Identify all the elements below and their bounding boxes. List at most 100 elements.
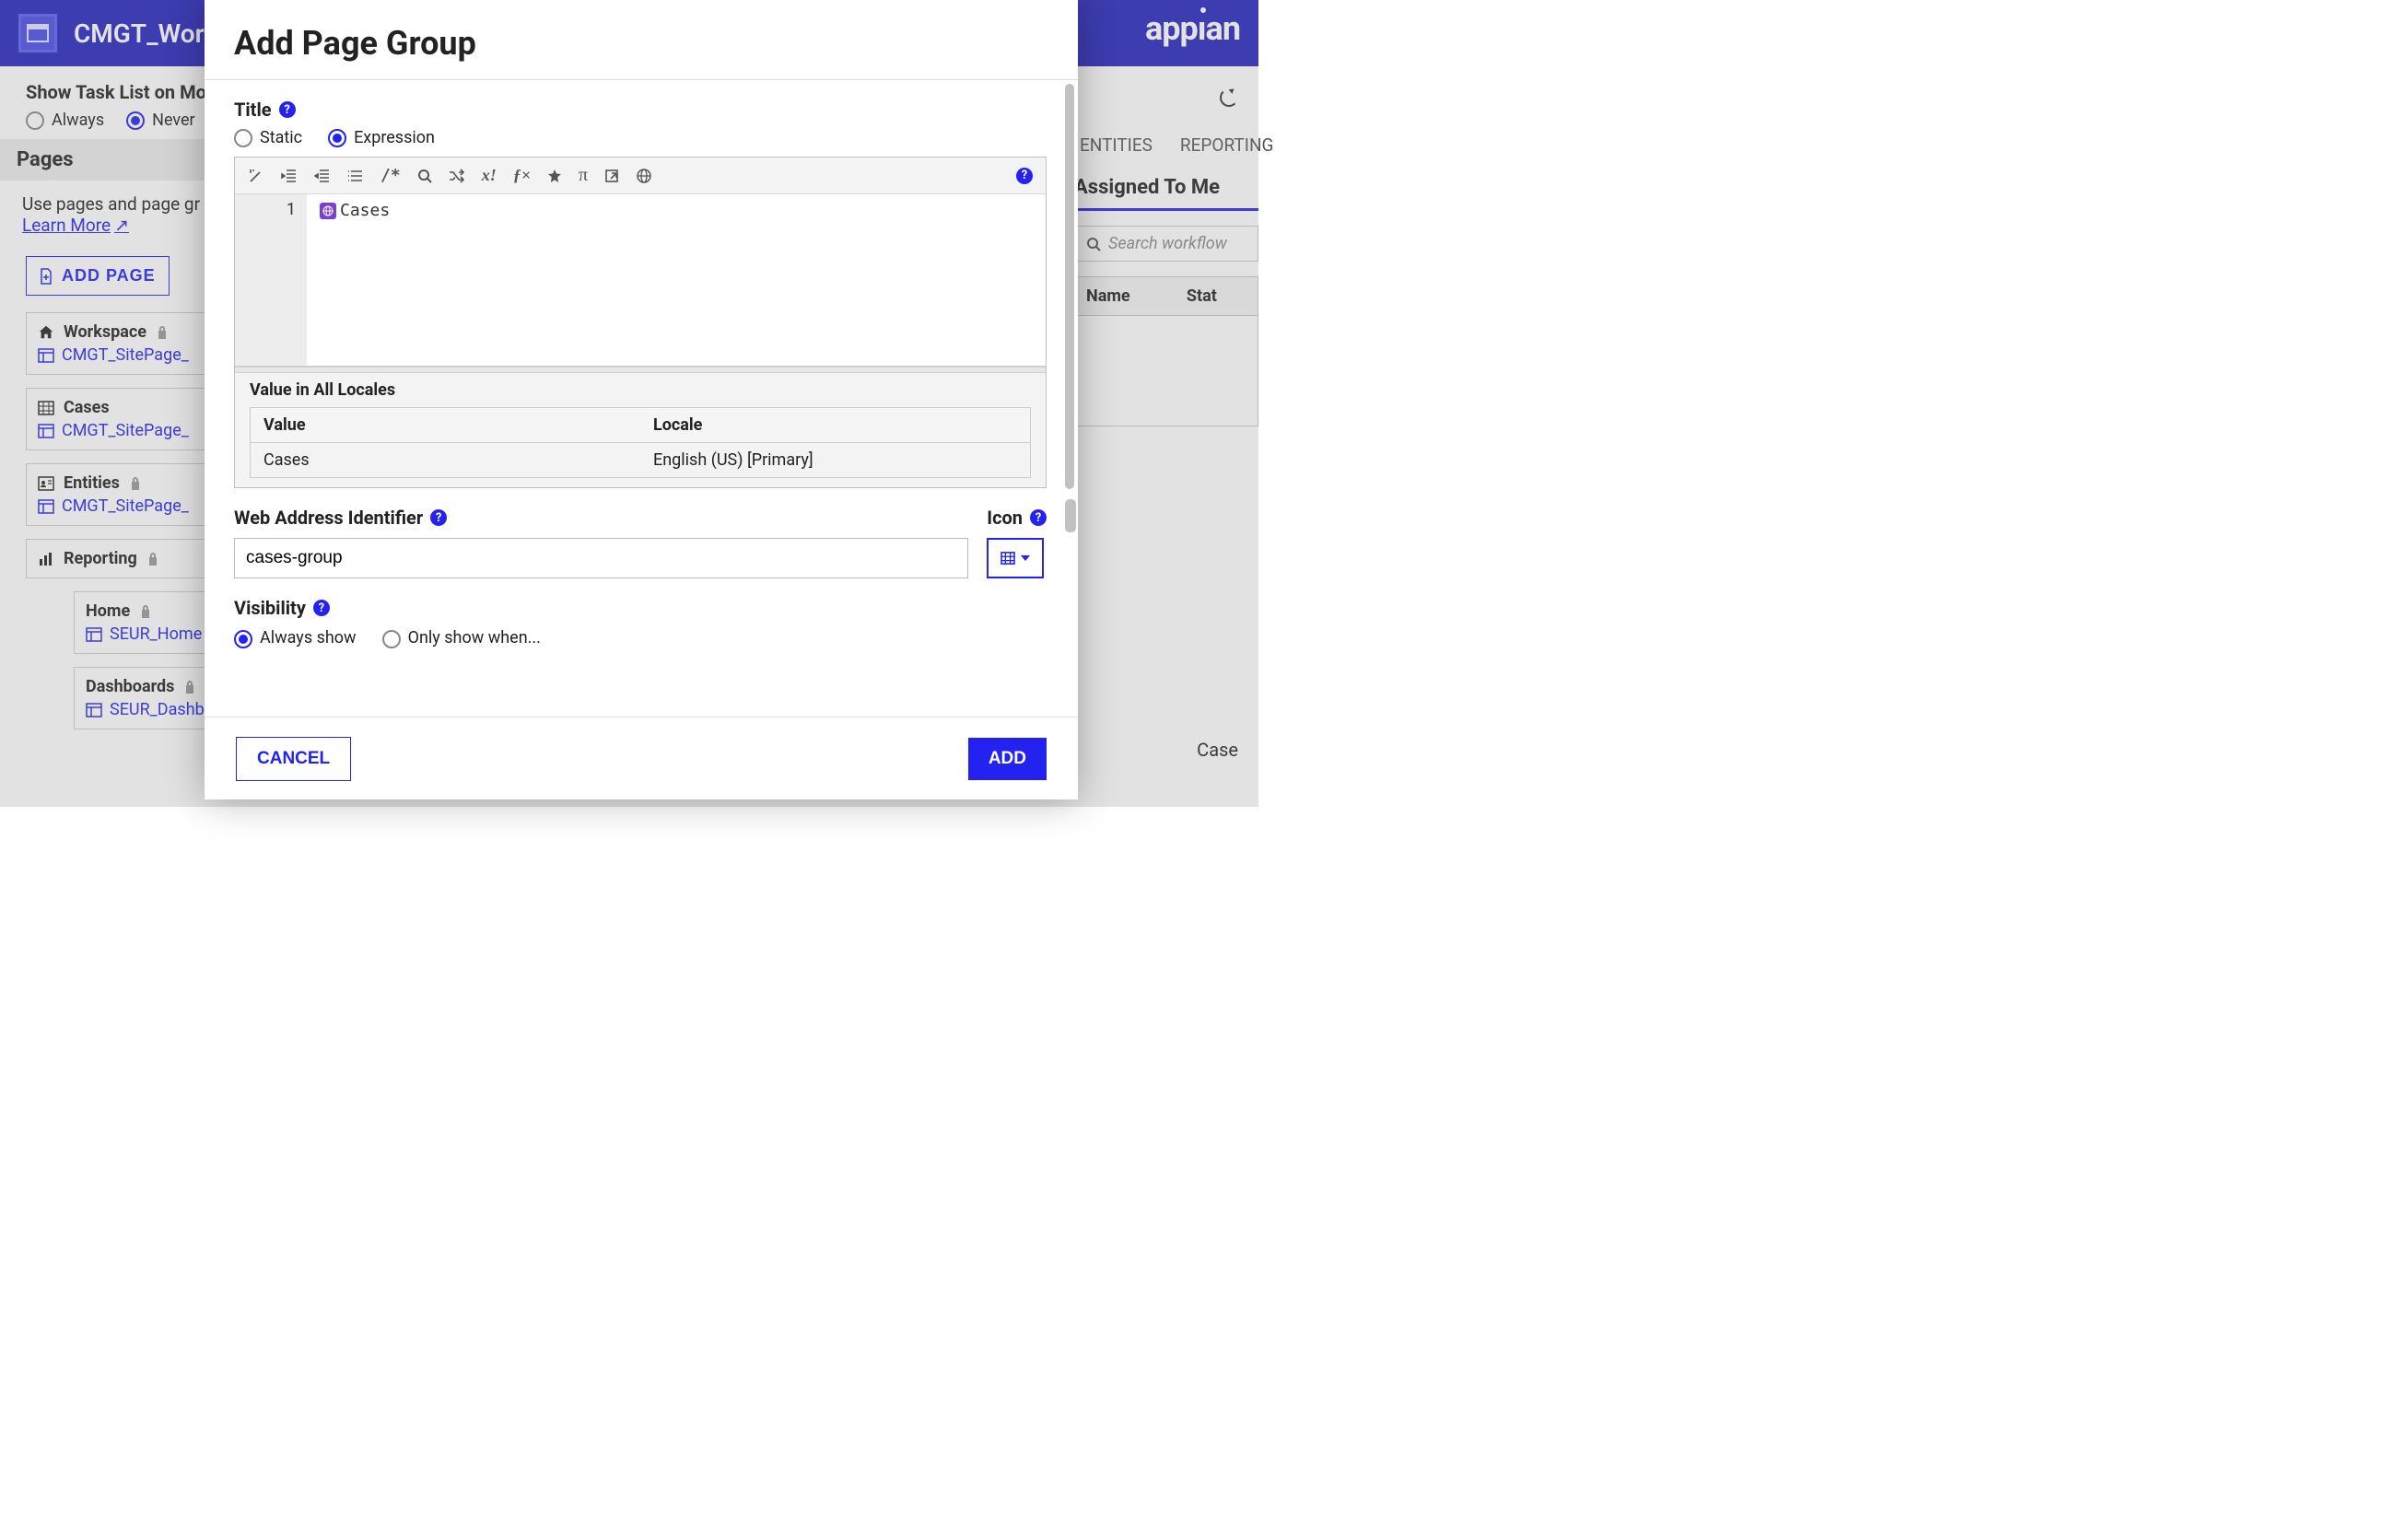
locales-table: Value Locale Cases English (US) [Primary… xyxy=(250,407,1031,478)
radio-always-label: Always xyxy=(52,111,104,130)
tab-entities[interactable]: ENTITIES xyxy=(1080,134,1153,156)
interface-icon xyxy=(38,424,54,438)
lock-icon xyxy=(183,680,196,694)
learn-more-link[interactable]: Learn More↗ xyxy=(22,215,129,236)
icon-label: Icon xyxy=(987,507,1023,529)
outdent-icon[interactable] xyxy=(281,169,298,183)
document-plus-icon xyxy=(40,268,53,285)
cancel-button[interactable]: CANCEL xyxy=(236,737,351,781)
help-icon[interactable]: ? xyxy=(1030,509,1047,526)
page-title-home: Home xyxy=(86,601,130,621)
table-header: Name Stat xyxy=(1074,276,1258,316)
external-link-icon: ↗ xyxy=(114,215,129,236)
pages-desc: Use pages and page gr xyxy=(22,193,200,215)
page-title-cases: Cases xyxy=(64,398,110,417)
globe-icon[interactable] xyxy=(636,168,652,184)
search-placeholder: Search workflow xyxy=(1108,234,1227,253)
dialog-title: Add Page Group xyxy=(234,24,1048,63)
locales-locale: English (US) [Primary] xyxy=(640,443,1030,477)
wai-label: Web Address Identifier xyxy=(234,507,423,529)
right-footer-link[interactable]: Case xyxy=(1197,739,1238,761)
locales-value: Cases xyxy=(251,443,640,477)
radio-expression-label: Expression xyxy=(354,128,435,147)
page-title-dashboards: Dashboards xyxy=(86,677,174,696)
star-icon[interactable] xyxy=(547,169,562,183)
page-title-reporting: Reporting xyxy=(64,549,137,568)
help-icon[interactable]: ? xyxy=(279,101,296,118)
search-icon[interactable] xyxy=(417,169,432,183)
expression-editor[interactable]: /* x! ƒ× π ? 1 Cases xyxy=(234,157,1047,488)
title-label: Title xyxy=(234,99,272,121)
radio-title-static[interactable]: Static xyxy=(234,128,302,147)
x-exclaim-icon[interactable]: x! xyxy=(482,166,497,185)
col-status: Stat xyxy=(1176,277,1258,315)
radio-visibility-only[interactable]: Only show when... xyxy=(382,628,541,648)
brand-logo: appıan xyxy=(1145,9,1240,48)
interface-icon xyxy=(38,348,54,363)
fx-icon[interactable]: ƒ× xyxy=(513,166,531,185)
interface-icon xyxy=(86,703,102,718)
page-child-home: SEUR_Home xyxy=(110,624,202,644)
pi-icon[interactable]: π xyxy=(579,165,588,186)
vis-always-label: Always show xyxy=(260,628,357,648)
help-icon[interactable]: ? xyxy=(313,600,330,616)
lock-icon xyxy=(129,476,142,491)
add-page-button[interactable]: ADD PAGE xyxy=(26,256,170,296)
right-pane: ENTITIES REPORTING Assigned To Me Search… xyxy=(1074,120,1258,426)
radio-title-expression[interactable]: Expression xyxy=(328,128,435,147)
page-child-entities: CMGT_SitePage_ xyxy=(62,496,189,516)
locales-col-value: Value xyxy=(251,408,640,442)
refresh-icon[interactable] xyxy=(1220,88,1238,107)
comment-icon[interactable]: /* xyxy=(380,166,401,185)
export-icon[interactable] xyxy=(604,169,619,183)
page-title-entities: Entities xyxy=(64,473,120,493)
grid-icon xyxy=(1001,552,1015,565)
icon-picker[interactable] xyxy=(987,538,1044,578)
top-tools xyxy=(1220,88,1238,111)
editor-gutter: 1 xyxy=(235,194,307,366)
site-icon xyxy=(18,14,57,52)
web-address-identifier-input[interactable] xyxy=(234,538,968,578)
help-icon[interactable]: ? xyxy=(430,509,447,526)
shuffle-icon[interactable] xyxy=(449,169,465,183)
translation-icon xyxy=(320,203,336,219)
visibility-label: Visibility xyxy=(234,597,306,619)
editor-token: Cases xyxy=(340,201,390,220)
home-icon xyxy=(38,324,54,341)
search-workflow-input[interactable]: Search workflow xyxy=(1074,226,1258,262)
tab-reporting[interactable]: REPORTING xyxy=(1180,134,1274,156)
page-child-workspace: CMGT_SitePage_ xyxy=(62,345,189,365)
radio-static-label: Static xyxy=(260,128,302,147)
radio-always[interactable]: Always xyxy=(26,111,104,130)
lock-icon xyxy=(139,604,152,619)
add-button[interactable]: ADD xyxy=(968,738,1047,780)
table-body xyxy=(1074,316,1258,426)
assigned-to-me-header: Assigned To Me xyxy=(1074,176,1258,211)
magic-wand-icon[interactable] xyxy=(248,168,264,184)
locales-col-locale: Locale xyxy=(640,408,1030,442)
vis-only-label: Only show when... xyxy=(408,628,541,648)
editor-resize-handle[interactable] xyxy=(235,366,1046,373)
radio-visibility-always[interactable]: Always show xyxy=(234,628,357,648)
list-icon[interactable] xyxy=(347,169,364,183)
editor-code[interactable]: Cases xyxy=(307,194,1046,366)
radio-never[interactable]: Never xyxy=(126,111,195,130)
interface-icon xyxy=(86,627,102,642)
id-card-icon xyxy=(38,476,54,491)
page-title-workspace: Workspace xyxy=(64,322,146,342)
help-icon[interactable]: ? xyxy=(1016,168,1033,184)
lock-icon xyxy=(146,552,159,566)
add-page-label: ADD PAGE xyxy=(62,266,156,286)
grid-icon xyxy=(38,401,54,415)
search-icon xyxy=(1086,237,1101,251)
page-child-cases: CMGT_SitePage_ xyxy=(62,421,189,440)
lock-icon xyxy=(156,325,169,340)
site-title: CMGT_Wor xyxy=(74,18,205,49)
dialog-scrollbar-thumb[interactable] xyxy=(1065,499,1076,532)
dialog-scrollbar[interactable] xyxy=(1065,84,1074,489)
add-page-group-dialog: Add Page Group Title ? Static Expression… xyxy=(205,0,1078,799)
col-name: Name xyxy=(1075,277,1176,315)
indent-icon[interactable] xyxy=(314,169,331,183)
locales-heading: Value in All Locales xyxy=(235,373,1046,407)
editor-toolbar: /* x! ƒ× π ? xyxy=(235,158,1046,194)
